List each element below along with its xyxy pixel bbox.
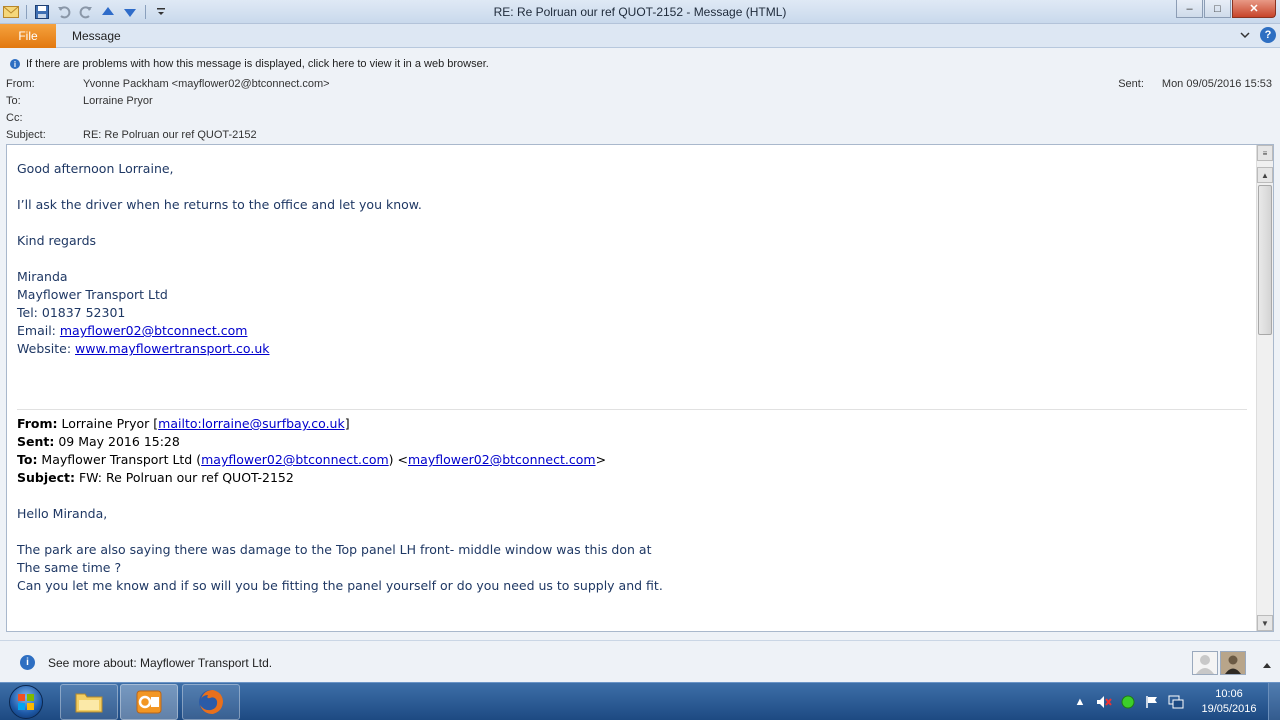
- close-button[interactable]: ✕: [1232, 0, 1276, 18]
- window-title: RE: Re Polruan our ref QUOT-2152 - Messa…: [493, 5, 787, 19]
- quoted-sent-label: Sent:: [17, 434, 55, 449]
- collapse-pane-icon[interactable]: [1262, 658, 1272, 672]
- signature-tel: Tel: 01837 52301: [17, 305, 126, 320]
- expand-ribbon-icon[interactable]: [1240, 28, 1250, 42]
- clock[interactable]: 10:06 19/05/2016: [1194, 687, 1264, 717]
- signature-email: Email: mayflower02@btconnect.com: [17, 322, 1247, 340]
- sent-value: Mon 09/05/2016 15:53: [1161, 78, 1272, 90]
- status-green-icon[interactable]: [1119, 693, 1137, 711]
- people-pane-text[interactable]: See more about: Mayflower Transport Ltd.: [48, 656, 272, 670]
- clock-time: 10:06: [1215, 688, 1243, 700]
- signature-company: Mayflower Transport Ltd: [17, 287, 168, 302]
- info-bar-text: If there are problems with how this mess…: [26, 58, 489, 70]
- show-desktop-button[interactable]: [1268, 683, 1280, 720]
- taskbar-explorer[interactable]: [60, 684, 118, 720]
- message-content: Good afternoon Lorraine, I’ll ask the dr…: [17, 160, 1247, 595]
- quoted-sent: Sent: 09 May 2016 15:28: [17, 433, 1247, 451]
- people-pane: i See more about: Mayflower Transport Lt…: [0, 640, 1280, 682]
- quoted-paragraph: The park are also saying there was damag…: [17, 542, 652, 557]
- signature-website: Website: www.mayflowertransport.co.uk: [17, 340, 1247, 358]
- clock-date: 19/05/2016: [1201, 703, 1257, 715]
- taskbar-firefox[interactable]: [182, 684, 240, 720]
- quoted-from-name: Lorraine Pryor [: [57, 416, 159, 431]
- tab-message[interactable]: Message: [72, 29, 121, 43]
- to-email-link[interactable]: mayflower02@btconnect.com: [408, 452, 596, 467]
- avatar[interactable]: [1220, 651, 1246, 675]
- avatar[interactable]: [1192, 651, 1218, 675]
- signature-name: Miranda: [17, 269, 68, 284]
- quoted-from-label: From:: [17, 416, 58, 431]
- signature-website-label: Website:: [17, 341, 76, 356]
- from-label: From:: [6, 78, 35, 90]
- regards: Kind regards: [17, 233, 97, 248]
- mailto-link[interactable]: mailto:lorraine@surfbay.co.uk: [158, 416, 345, 431]
- outlook-icon: [136, 690, 162, 714]
- network-icon[interactable]: [1167, 693, 1185, 711]
- scroll-down-button[interactable]: ▼: [1257, 615, 1273, 631]
- sent-info: Sent: Mon 09/05/2016 15:53: [1118, 78, 1272, 90]
- minimize-button[interactable]: –: [1176, 0, 1203, 18]
- greeting: Good afternoon Lorraine,: [17, 161, 174, 176]
- email-link[interactable]: mayflower02@btconnect.com: [60, 323, 248, 338]
- scroll-split-icon[interactable]: ≡: [1257, 145, 1273, 161]
- quoted-to-name: Mayflower Transport Ltd (: [37, 452, 202, 467]
- quoted-from-close: ]: [344, 416, 350, 431]
- ribbon-right-controls: ?: [1240, 27, 1276, 43]
- window-controls: – □ ✕: [1176, 0, 1276, 18]
- show-hidden-icons-icon[interactable]: ▲: [1071, 693, 1089, 711]
- quoted-from: From: Lorraine Pryor [mailto:lorraine@su…: [17, 415, 1247, 433]
- action-center-flag-icon[interactable]: [1143, 693, 1161, 711]
- quoted-paragraph: The same time ?: [17, 560, 122, 575]
- quote-divider: [17, 409, 1247, 410]
- vertical-scrollbar[interactable]: ≡ ▲ ▼: [1256, 145, 1273, 631]
- body-line: I’ll ask the driver when he returns to t…: [17, 197, 422, 212]
- message-header: i If there are problems with how this me…: [0, 49, 1280, 144]
- message-body: Good afternoon Lorraine, I’ll ask the dr…: [6, 144, 1274, 632]
- info-bar[interactable]: i If there are problems with how this me…: [10, 58, 489, 70]
- subject-label: Subject:: [6, 129, 46, 141]
- quoted-sent-value: 09 May 2016 15:28: [54, 434, 180, 449]
- to-label: To:: [6, 95, 21, 107]
- subject-value: RE: Re Polruan our ref QUOT-2152: [83, 129, 257, 141]
- firefox-icon: [199, 690, 223, 714]
- quoted-to-label: To:: [17, 452, 38, 467]
- taskbar-outlook[interactable]: [120, 684, 178, 720]
- taskbar: ▲ 10:06 19/05/2016: [0, 682, 1280, 720]
- info-icon: i: [20, 655, 35, 670]
- quoted-to-sep: ) <: [388, 452, 408, 467]
- quoted-header: From: Lorraine Pryor [mailto:lorraine@su…: [17, 415, 1247, 487]
- signature-email-label: Email:: [17, 323, 60, 338]
- quoted-to-close: >: [595, 452, 607, 467]
- from-value[interactable]: Yvonne Packham <mayflower02@btconnect.co…: [83, 78, 330, 90]
- start-button[interactable]: [4, 684, 48, 720]
- windows-logo-icon: [9, 685, 43, 719]
- cc-label: Cc:: [6, 112, 23, 124]
- tab-file[interactable]: File: [0, 24, 56, 48]
- quoted-subject-value: FW: Re Polruan our ref QUOT-2152: [75, 470, 294, 485]
- maximize-button[interactable]: □: [1204, 0, 1231, 18]
- quoted-subject-label: Subject:: [17, 470, 75, 485]
- ribbon-tabs: File Message ?: [0, 24, 1280, 48]
- quoted-paragraph: Can you let me know and if so will you b…: [17, 578, 663, 593]
- quoted-greeting: Hello Miranda,: [17, 506, 108, 521]
- scroll-up-button[interactable]: ▲: [1257, 167, 1273, 183]
- website-link[interactable]: www.mayflowertransport.co.uk: [75, 341, 269, 356]
- to-email-link[interactable]: mayflower02@btconnect.com: [201, 452, 389, 467]
- folder-icon: [75, 693, 103, 713]
- help-icon[interactable]: ?: [1260, 27, 1276, 43]
- volume-muted-icon[interactable]: [1095, 693, 1113, 711]
- quoted-to: To: Mayflower Transport Ltd (mayflower02…: [17, 451, 1247, 469]
- info-icon: i: [10, 59, 20, 69]
- sent-label: Sent:: [1118, 78, 1144, 90]
- system-tray: ▲ 10:06 19/05/2016: [1068, 683, 1280, 720]
- to-value[interactable]: Lorraine Pryor: [83, 95, 153, 107]
- scroll-thumb[interactable]: [1258, 185, 1272, 335]
- quoted-subject: Subject: FW: Re Polruan our ref QUOT-215…: [17, 469, 1247, 487]
- title-bar: RE: Re Polruan our ref QUOT-2152 - Messa…: [0, 0, 1280, 24]
